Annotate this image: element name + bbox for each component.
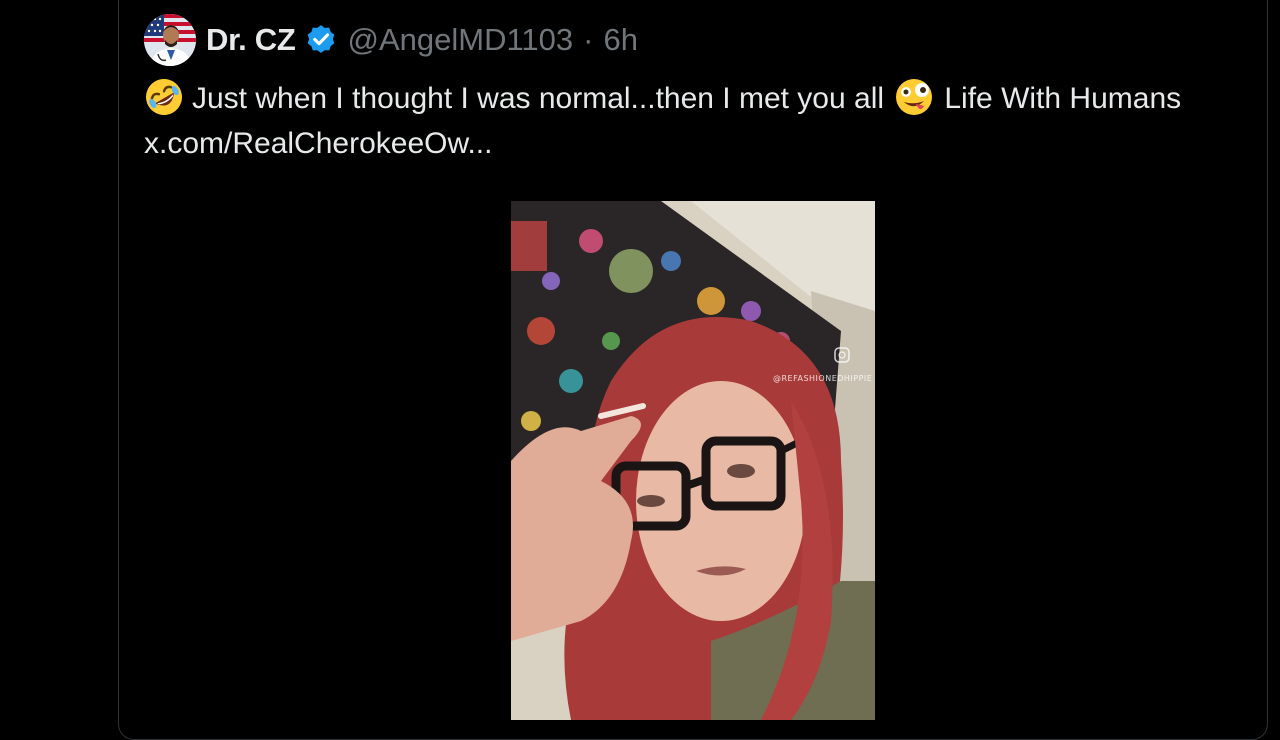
tweet-text-part2: Life With Humans [944,82,1182,115]
video-frame-image [511,201,875,720]
doctor-avatar-icon [144,14,196,66]
tweet-video-thumbnail[interactable]: @REFASHIONEDHIPPIE [511,201,875,720]
verified-badge-icon [307,25,334,53]
video-watermark: @REFASHIONEDHIPPIE [773,374,873,383]
author-handle[interactable]: @AngelMD1103 [348,22,574,58]
author-avatar[interactable] [144,14,196,66]
tweet-timestamp[interactable]: 6h [603,22,637,58]
tweet-text-part1: Just when I thought I was normal...then … [192,82,885,115]
tweet-text: Just when I thought I was normal...then … [144,76,1224,166]
rolling-on-floor-laughing-emoji-icon [146,79,182,115]
tweet-header: Dr. CZ @AngelMD1103 · 6h [144,14,638,66]
header-separator: · [583,22,594,57]
zany-face-emoji-icon [896,79,933,115]
author-display-name[interactable]: Dr. CZ [206,22,296,58]
tweet-link[interactable]: x.com/RealCherokeeOw... [144,127,492,160]
